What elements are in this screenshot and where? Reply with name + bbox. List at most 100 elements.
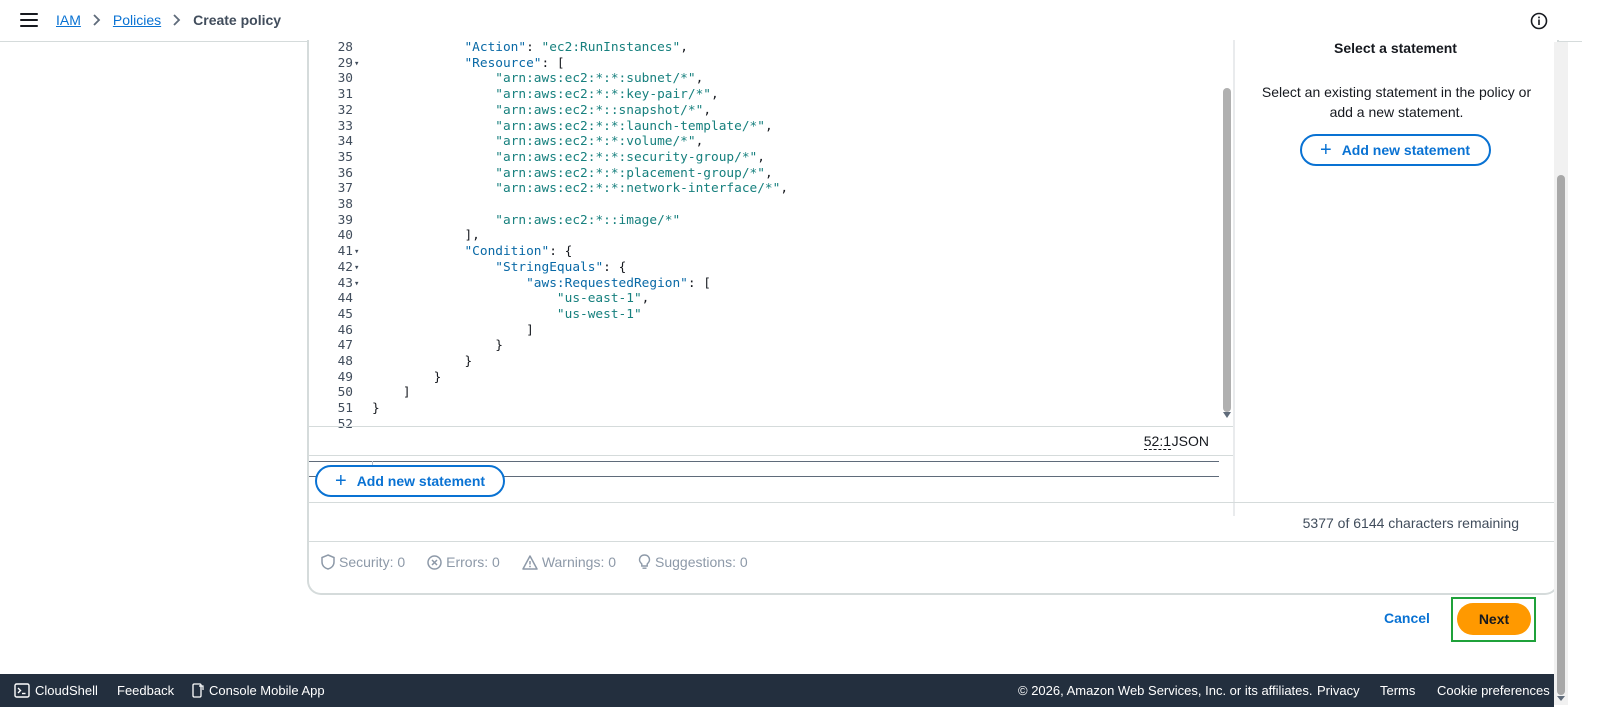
side-panel-title: Select a statement: [1334, 40, 1457, 56]
side-add-new-statement-button[interactable]: + Add new statement: [1300, 134, 1491, 166]
line-number: 40: [337, 228, 353, 244]
json-string: "us-west-1": [556, 306, 642, 322]
policy-editor-panel: 28 "Action": "ec2:RunInstances", 29 ▾ "Res…: [307, 40, 1559, 595]
json-punctuation: [372, 166, 495, 181]
terms-link[interactable]: Terms: [1380, 683, 1415, 698]
errors-count-label: Errors: 0: [446, 554, 500, 570]
code-line[interactable]: 41 ▾ "Condition": {: [309, 244, 1219, 260]
cancel-button[interactable]: Cancel: [1384, 610, 1430, 626]
line-number: 41: [337, 244, 353, 260]
cookie-preferences-link[interactable]: Cookie preferences: [1437, 683, 1550, 698]
json-string: "arn:aws:ec2:*:*:launch-template/*": [495, 118, 765, 134]
fold-toggle-icon[interactable]: ▾: [354, 276, 364, 292]
code-line[interactable]: 31 "arn:aws:ec2:*:*:key-pair/*",: [309, 87, 1219, 103]
code-text: ],: [372, 228, 479, 244]
code-line[interactable]: 29 ▾ "Resource": [: [309, 56, 1219, 72]
line-number: 36: [337, 165, 353, 181]
code-line[interactable]: 37 "arn:aws:ec2:*:*:network-interface/*"…: [309, 181, 1219, 197]
code-text: "arn:aws:ec2:*:*:subnet/*",: [372, 71, 703, 87]
code-line[interactable]: 34 "arn:aws:ec2:*:*:volume/*",: [309, 134, 1219, 150]
json-key: "Resource": [464, 55, 542, 71]
line-number: 35: [337, 149, 353, 165]
next-button[interactable]: Next: [1457, 603, 1531, 635]
line-number: 43: [337, 275, 353, 291]
line-number: 37: [337, 181, 353, 197]
copyright-text: © 2026, Amazon Web Services, Inc. or its…: [1018, 683, 1313, 698]
breadcrumb-iam-link[interactable]: IAM: [56, 12, 81, 28]
code-text: "arn:aws:ec2:*:*:placement-group/*",: [372, 165, 773, 182]
feedback-link[interactable]: Feedback: [117, 683, 174, 698]
cloudshell-button[interactable]: CloudShell: [14, 683, 98, 698]
code-line[interactable]: 47 }: [309, 338, 1219, 354]
code-line[interactable]: 45 "us-west-1": [309, 307, 1219, 323]
code-line[interactable]: 38: [309, 197, 1219, 213]
code-line[interactable]: 43 ▾ "aws:RequestedRegion": [: [309, 276, 1219, 292]
code-line[interactable]: 46 ]: [309, 323, 1219, 339]
warnings-count-label: Warnings: 0: [541, 554, 617, 570]
breadcrumb-policies-link[interactable]: Policies: [113, 12, 161, 28]
code-text: "Condition": {: [372, 244, 572, 260]
warning-icon: [522, 554, 538, 570]
code-text: "arn:aws:ec2:*:*:security-group/*",: [372, 150, 765, 166]
lightbulb-icon: [638, 554, 651, 569]
info-icon[interactable]: [1530, 12, 1548, 30]
scroll-down-arrow-icon[interactable]: [1223, 412, 1231, 418]
privacy-link[interactable]: Privacy: [1317, 683, 1360, 698]
line-number: 45: [337, 306, 353, 322]
code-line[interactable]: 49 }: [309, 370, 1219, 386]
line-number: 50: [337, 385, 353, 401]
line-number: 34: [337, 134, 353, 150]
json-punctuation: ,: [695, 71, 704, 87]
warnings-count[interactable]: Warnings: 0: [522, 554, 616, 570]
code-line[interactable]: 42 ▾ "StringEquals": {: [309, 260, 1219, 276]
page-scrollbar[interactable]: [1554, 42, 1568, 705]
editor-scrollbar-thumb[interactable]: [1223, 88, 1231, 412]
console-mobile-app-link[interactable]: Console Mobile App: [192, 683, 325, 698]
json-punctuation: :: [526, 40, 542, 55]
code-line[interactable]: 28 "Action": "ec2:RunInstances",: [309, 40, 1219, 56]
fold-toggle-icon[interactable]: ▾: [354, 56, 364, 72]
page-scrollbar-thumb[interactable]: [1557, 175, 1565, 695]
json-punctuation: ,: [764, 165, 773, 181]
suggestions-count[interactable]: Suggestions: 0: [638, 554, 748, 570]
security-count[interactable]: Security: 0: [321, 554, 405, 570]
fold-toggle-icon[interactable]: ▾: [354, 260, 364, 276]
json-punctuation: ,: [695, 134, 704, 150]
fold-toggle-icon[interactable]: ▾: [354, 244, 364, 260]
code-line[interactable]: 48 }: [309, 354, 1219, 370]
top-navigation-bar: IAM Policies Create policy: [0, 0, 1582, 42]
cursor-position[interactable]: 52:1: [1143, 433, 1171, 450]
code-text: "StringEquals": {: [372, 260, 626, 276]
json-punctuation: [372, 181, 495, 196]
json-punctuation: ,: [703, 102, 712, 118]
code-line[interactable]: 50 ]: [309, 385, 1219, 401]
code-line[interactable]: 33 "arn:aws:ec2:*:*:launch-template/*",: [309, 119, 1219, 135]
errors-count[interactable]: Errors: 0: [427, 554, 500, 570]
add-new-statement-button[interactable]: + Add new statement: [315, 465, 505, 497]
line-number: 47: [337, 338, 353, 354]
json-punctuation: [372, 103, 495, 118]
code-text: }: [372, 369, 442, 386]
code-line[interactable]: 35 "arn:aws:ec2:*:*:security-group/*",: [309, 150, 1219, 166]
code-line[interactable]: 39 "arn:aws:ec2:*::image/*": [309, 213, 1219, 229]
code-editor[interactable]: 28 "Action": "ec2:RunInstances", 29 ▾ "Res…: [309, 40, 1235, 464]
json-punctuation: : {: [603, 259, 627, 275]
json-punctuation: ]: [372, 385, 411, 401]
code-text: ]: [372, 323, 534, 339]
json-key: "aws:RequestedRegion": [526, 275, 688, 291]
code-line[interactable]: 51}: [309, 401, 1219, 417]
line-number: 51: [337, 401, 353, 417]
editor-status-bar: 52:1 JSON: [309, 426, 1233, 456]
menu-icon[interactable]: [20, 13, 38, 29]
json-string: "arn:aws:ec2:*::image/*": [495, 212, 681, 228]
code-line[interactable]: 30 "arn:aws:ec2:*:*:subnet/*",: [309, 71, 1219, 87]
code-line[interactable]: 32 "arn:aws:ec2:*::snapshot/*",: [309, 103, 1219, 119]
json-punctuation: ]: [372, 322, 534, 338]
code-line[interactable]: 40 ],: [309, 228, 1219, 244]
editor-scrollbar[interactable]: [1221, 40, 1233, 464]
json-punctuation: }: [372, 369, 442, 385]
code-line[interactable]: 44 "us-east-1",: [309, 291, 1219, 307]
terms-label: Terms: [1380, 683, 1416, 698]
code-line[interactable]: 36 "arn:aws:ec2:*:*:placement-group/*",: [309, 166, 1219, 182]
page-scroll-down-arrow-icon[interactable]: [1557, 696, 1565, 701]
